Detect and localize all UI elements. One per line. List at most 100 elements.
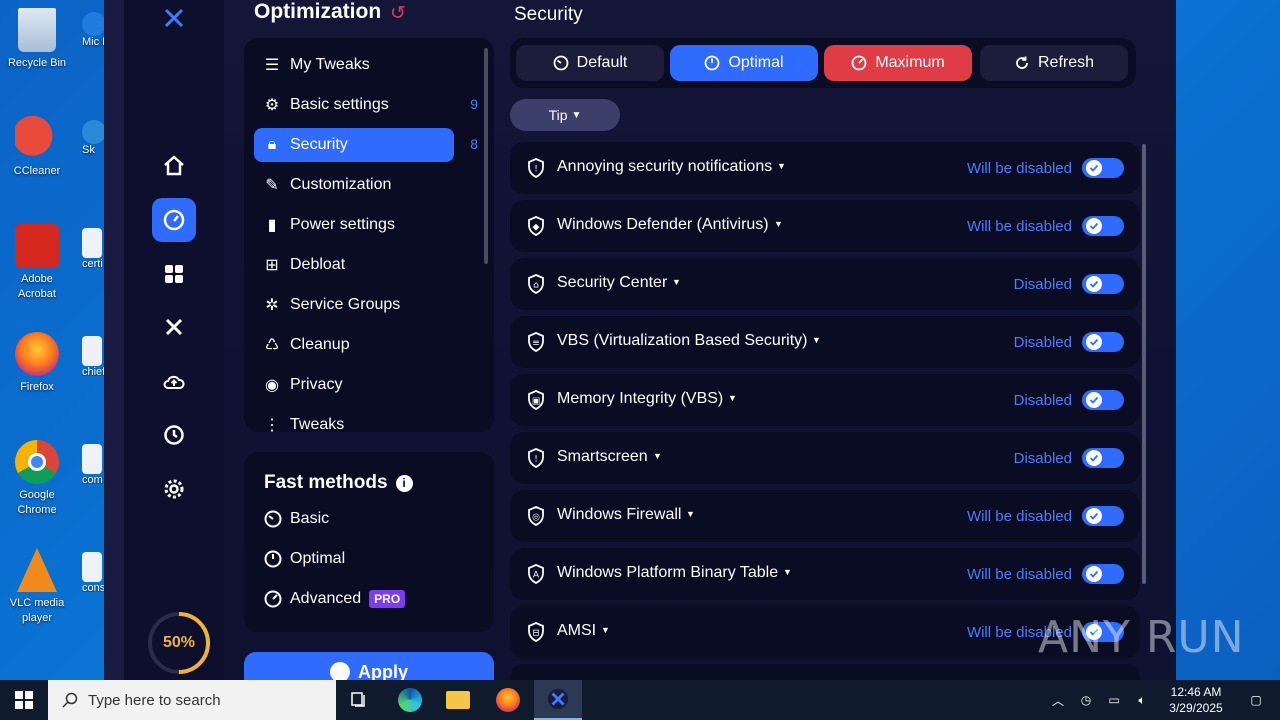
chevron-up-icon[interactable]: ︿ xyxy=(1048,690,1068,710)
setting-row: ! Annoying security notifications ▼ Will be… xyxy=(510,142,1140,194)
nav-history[interactable] xyxy=(152,413,196,457)
chevron-down-icon[interactable]: ▼ xyxy=(777,161,786,171)
menu-count-security: 8 xyxy=(470,136,478,152)
taskbar-search[interactable]: Type here to search xyxy=(48,680,336,720)
svg-text:▣: ▣ xyxy=(532,397,541,407)
desktop-icon-firefox[interactable]: Firefox xyxy=(4,332,70,395)
gauge-advanced-icon xyxy=(264,590,282,608)
fast-method-optimal[interactable]: Optimal xyxy=(264,550,345,568)
setting-name[interactable]: Smartscreen xyxy=(557,448,648,466)
mode-maximum-button[interactable]: Maximum xyxy=(824,45,972,81)
menu-item-debloat[interactable]: ⊞ Debloat xyxy=(254,248,454,282)
nav-settings[interactable] xyxy=(152,467,196,511)
taskbar-edge[interactable] xyxy=(386,680,434,720)
gauge-optimal-icon xyxy=(705,55,720,71)
fast-method-basic[interactable]: Basic xyxy=(264,510,329,528)
menu-item-tweaks[interactable]: ⋮ Tweaks xyxy=(254,408,454,432)
volume-icon[interactable]: 🔈︎ xyxy=(1132,690,1152,710)
taskbar-file-explorer[interactable] xyxy=(434,680,482,720)
pro-badge: PRO xyxy=(369,590,406,608)
menu-item-security[interactable]: 🔒︎ Security xyxy=(254,128,454,162)
setting-name[interactable]: VBS (Virtualization Based Security) xyxy=(557,332,807,350)
alert-circle-icon: ! xyxy=(526,448,546,468)
setting-toggle[interactable] xyxy=(1082,390,1124,410)
setting-toggle[interactable] xyxy=(1082,274,1124,294)
menu-scrollbar[interactable] xyxy=(484,48,488,264)
desktop-icon-ccleaner[interactable]: CCleaner xyxy=(4,116,70,179)
chevron-down-icon[interactable]: ▼ xyxy=(783,567,792,577)
setting-row: ◆ Windows Defender (Antivirus) ▼ Will be di… xyxy=(510,200,1140,252)
chevron-down-icon[interactable]: ▼ xyxy=(728,393,737,403)
toggle-knob xyxy=(1086,334,1102,350)
menu-item-service-groups[interactable]: ✲ Service Groups xyxy=(254,288,454,322)
desktop-icon-adobe-acrobat[interactable]: Adobe Acrobat xyxy=(4,224,70,302)
reset-icon[interactable]: ↺ xyxy=(390,2,406,25)
setting-row: ⌂ Security Center ▼ Disabled xyxy=(510,258,1140,310)
menu-item-basic-settings[interactable]: ⚙ Basic settings xyxy=(254,88,454,122)
chevron-down-icon[interactable]: ▼ xyxy=(672,277,681,287)
fast-method-advanced[interactable]: Advanced PRO xyxy=(264,590,406,608)
mode-refresh-button[interactable]: Refresh xyxy=(980,45,1128,81)
setting-toggle[interactable] xyxy=(1082,506,1124,526)
server-lock-icon: ≡ xyxy=(526,332,546,352)
taskbar-firefox[interactable] xyxy=(484,680,532,720)
setting-toggle[interactable] xyxy=(1082,564,1124,584)
nav-tools[interactable] xyxy=(152,305,196,349)
menu-item-privacy[interactable]: ◉ Privacy xyxy=(254,368,454,402)
menu-item-cleanup[interactable]: ♺ Cleanup xyxy=(254,328,454,362)
start-button[interactable] xyxy=(0,680,48,720)
nav-backup[interactable] xyxy=(152,360,196,404)
tools-icon xyxy=(165,318,183,336)
tip-dropdown[interactable]: Tip ▼ xyxy=(510,99,620,131)
setting-toggle[interactable] xyxy=(1082,158,1124,178)
desktop-icon-vlc[interactable]: VLC media player xyxy=(4,548,70,626)
chevron-down-icon[interactable]: ▼ xyxy=(686,509,695,519)
setting-row: ◎ Windows Firewall ▼ Will be disabled xyxy=(510,490,1140,542)
my-tweaks-icon: ☰ xyxy=(264,57,280,74)
settings-scrollbar[interactable] xyxy=(1142,144,1146,584)
cloud-upload-icon xyxy=(163,375,185,389)
desktop-icon-recycle-bin[interactable]: Recycle Bin xyxy=(4,8,70,71)
network-icon[interactable]: ▭ xyxy=(1104,690,1124,710)
edge-icon xyxy=(398,688,422,712)
menu-item-my-tweaks[interactable]: ☰ My Tweaks xyxy=(254,48,454,82)
clock-tray-icon[interactable]: ◷ xyxy=(1076,690,1096,710)
refresh-icon xyxy=(1016,56,1028,69)
setting-status: Disabled xyxy=(1013,392,1072,409)
menu-item-customization[interactable]: ✎ Customization xyxy=(254,168,454,202)
chevron-down-icon[interactable]: ▼ xyxy=(601,625,610,635)
nav-home[interactable] xyxy=(152,144,196,188)
apply-button[interactable]: Apply xyxy=(244,652,494,680)
setting-name[interactable]: Security Center xyxy=(557,274,667,292)
setting-name[interactable]: AMSI xyxy=(557,622,596,640)
taskbar-optimizer-app[interactable] xyxy=(534,680,582,720)
nav-optimization[interactable] xyxy=(152,198,196,242)
setting-name[interactable]: Windows Firewall xyxy=(557,506,681,524)
ccleaner-icon xyxy=(15,116,59,160)
setting-status: Will be disabled xyxy=(966,160,1072,177)
notifications-icon[interactable]: ▢ xyxy=(1246,690,1266,710)
category-menu: ☰ My Tweaks ⚙ Basic settings 9 🔒︎ Securi… xyxy=(244,38,494,432)
menu-item-power-settings[interactable]: ▮ Power settings xyxy=(254,208,454,242)
setting-name[interactable]: Memory Integrity (VBS) xyxy=(557,390,723,408)
task-view-button[interactable] xyxy=(336,680,384,720)
mode-optimal-button[interactable]: Optimal xyxy=(670,45,818,81)
chevron-down-icon[interactable]: ▼ xyxy=(812,335,821,345)
setting-toggle[interactable] xyxy=(1082,332,1124,352)
document-icon xyxy=(82,336,102,366)
setting-toggle[interactable] xyxy=(1082,216,1124,236)
nav-apps[interactable] xyxy=(152,252,196,296)
cleanup-icon: ♺ xyxy=(264,337,280,354)
desktop-icon-google-chrome[interactable]: Google Chrome xyxy=(4,440,70,518)
setting-toggle[interactable] xyxy=(1082,448,1124,468)
info-icon[interactable]: i xyxy=(395,474,413,492)
setting-name[interactable]: Annoying security notifications xyxy=(557,158,772,176)
chevron-down-icon[interactable]: ▼ xyxy=(774,219,783,229)
setting-name[interactable]: Windows Defender (Antivirus) xyxy=(557,216,769,234)
chevron-down-icon[interactable]: ▼ xyxy=(653,451,662,461)
taskbar-clock[interactable]: 12:46 AM 3/29/2025 xyxy=(1156,684,1236,716)
setting-name[interactable]: Windows Platform Binary Table xyxy=(557,564,778,582)
mode-default-button[interactable]: Default xyxy=(516,45,664,81)
setting-row: A Windows Platform Binary Table ▼ Will be d… xyxy=(510,548,1140,600)
firewall-icon: ◎ xyxy=(526,506,546,526)
